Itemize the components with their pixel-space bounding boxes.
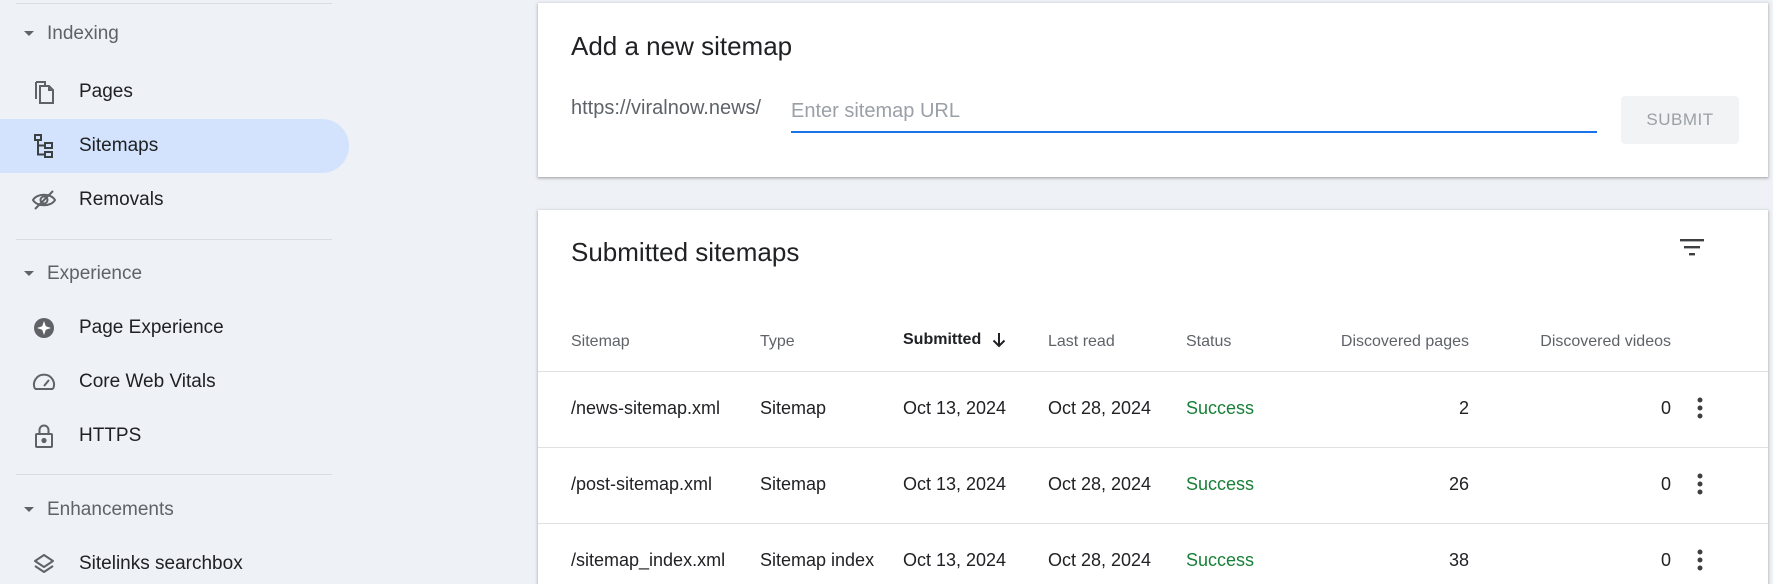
cell-submitted: Oct 13, 2024 bbox=[903, 550, 1007, 570]
lock-icon bbox=[30, 422, 58, 450]
sidebar-item-page-experience[interactable]: Page Experience bbox=[0, 301, 349, 355]
sidebar-item-https[interactable]: HTTPS bbox=[0, 409, 349, 463]
sidebar-item-label: Sitelinks searchbox bbox=[79, 553, 243, 574]
removals-icon bbox=[30, 186, 58, 214]
column-header-label: Submitted bbox=[903, 331, 982, 348]
filter-button[interactable] bbox=[1675, 232, 1709, 266]
cell-discovered-pages: 38 bbox=[1448, 550, 1469, 570]
cell-discovered-videos: 0 bbox=[1660, 474, 1671, 494]
sidebar-divider bbox=[16, 239, 332, 240]
sidebar-item-removals[interactable]: Removals bbox=[0, 173, 349, 227]
sidebar: Indexing Pages Sitemaps Removals Experie… bbox=[0, 0, 350, 584]
cell-submitted: Oct 13, 2024 bbox=[903, 474, 1007, 494]
cell-last-read: Oct 28, 2024 bbox=[1048, 474, 1152, 494]
more-vert-icon bbox=[1697, 549, 1703, 576]
cell-sitemap: /post-sitemap.xml bbox=[571, 474, 713, 494]
pages-icon bbox=[30, 78, 58, 106]
table-row[interactable]: /sitemap_index.xml Sitemap index Oct 13,… bbox=[538, 523, 1768, 584]
section-experience[interactable]: Experience bbox=[20, 260, 142, 288]
submitted-sitemaps-card: Submitted sitemaps Sitemap Type Submitte… bbox=[538, 210, 1768, 584]
sitemap-url-prefix: https://viralnow.news/ bbox=[571, 97, 762, 119]
cell-last-read: Oct 28, 2024 bbox=[1048, 398, 1152, 418]
cell-last-read: Oct 28, 2024 bbox=[1048, 550, 1152, 570]
row-menu-button[interactable] bbox=[1685, 468, 1715, 504]
cell-discovered-pages: 26 bbox=[1448, 474, 1469, 494]
sidebar-item-sitelinks-searchbox[interactable]: Sitelinks searchbox bbox=[0, 537, 349, 584]
sidebar-item-label: Page Experience bbox=[79, 317, 224, 338]
submit-button[interactable]: SUBMIT bbox=[1621, 96, 1739, 144]
more-vert-icon bbox=[1697, 397, 1703, 424]
filter-icon bbox=[1679, 237, 1705, 262]
cell-discovered-videos: 0 bbox=[1660, 550, 1671, 570]
column-header-submitted[interactable]: Submitted bbox=[903, 331, 1007, 349]
core-web-vitals-icon bbox=[30, 368, 58, 396]
cell-type: Sitemap bbox=[760, 398, 827, 418]
cell-type: Sitemap bbox=[760, 474, 827, 494]
more-vert-icon bbox=[1697, 473, 1703, 500]
sitemap-url-input[interactable] bbox=[791, 97, 1597, 133]
sidebar-item-pages[interactable]: Pages bbox=[0, 65, 349, 119]
caret-down-icon bbox=[20, 501, 38, 519]
sidebar-divider bbox=[16, 3, 332, 4]
caret-down-icon bbox=[20, 265, 38, 283]
column-header-discovered-pages[interactable]: Discovered pages bbox=[1288, 333, 1469, 351]
cell-discovered-videos: 0 bbox=[1660, 398, 1671, 418]
cell-sitemap: /news-sitemap.xml bbox=[571, 398, 721, 418]
section-label: Enhancements bbox=[47, 499, 174, 520]
sidebar-item-label: Core Web Vitals bbox=[79, 371, 216, 392]
arrow-down-icon bbox=[991, 331, 1007, 349]
section-indexing[interactable]: Indexing bbox=[20, 20, 119, 48]
row-menu-button[interactable] bbox=[1685, 544, 1715, 580]
sidebar-divider bbox=[16, 474, 332, 475]
caret-down-icon bbox=[20, 25, 38, 43]
page-experience-icon bbox=[30, 314, 58, 342]
search-console-app: Indexing Pages Sitemaps Removals Experie… bbox=[0, 0, 1773, 584]
section-enhancements[interactable]: Enhancements bbox=[20, 496, 174, 524]
sidebar-item-label: HTTPS bbox=[79, 425, 142, 446]
column-header-sitemap[interactable]: Sitemap bbox=[571, 333, 630, 351]
cell-submitted: Oct 13, 2024 bbox=[903, 398, 1007, 418]
cell-discovered-pages: 2 bbox=[1458, 398, 1469, 418]
row-menu-button[interactable] bbox=[1685, 392, 1715, 428]
add-sitemap-title: Add a new sitemap bbox=[571, 31, 793, 61]
sidebar-item-sitemaps[interactable]: Sitemaps bbox=[0, 119, 349, 173]
sidebar-item-core-web-vitals[interactable]: Core Web Vitals bbox=[0, 355, 349, 409]
column-header-last-read[interactable]: Last read bbox=[1048, 333, 1115, 351]
column-header-status[interactable]: Status bbox=[1186, 333, 1231, 351]
sidebar-item-label: Removals bbox=[79, 189, 164, 210]
section-label: Indexing bbox=[47, 23, 119, 44]
cell-type: Sitemap index bbox=[760, 550, 875, 570]
table-row[interactable]: /post-sitemap.xml Sitemap Oct 13, 2024 O… bbox=[538, 447, 1768, 523]
add-sitemap-card: Add a new sitemap https://viralnow.news/… bbox=[538, 3, 1768, 177]
table-row[interactable]: /news-sitemap.xml Sitemap Oct 13, 2024 O… bbox=[538, 371, 1768, 447]
section-label: Experience bbox=[47, 263, 143, 284]
sidebar-item-label: Sitemaps bbox=[79, 135, 159, 156]
sitemaps-icon bbox=[30, 132, 58, 160]
cell-status: Success bbox=[1186, 550, 1255, 570]
sidebar-item-label: Pages bbox=[79, 81, 133, 102]
cell-status: Success bbox=[1186, 398, 1255, 418]
column-header-type[interactable]: Type bbox=[760, 333, 795, 351]
cell-sitemap: /sitemap_index.xml bbox=[571, 550, 726, 570]
cell-status: Success bbox=[1186, 474, 1255, 494]
submitted-sitemaps-title: Submitted sitemaps bbox=[571, 237, 800, 267]
layers-icon bbox=[30, 550, 58, 578]
column-header-discovered-videos[interactable]: Discovered videos bbox=[1488, 333, 1671, 351]
